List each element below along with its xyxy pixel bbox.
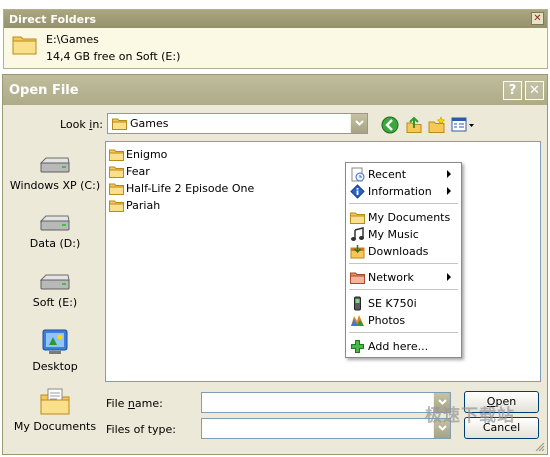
menu-separator (349, 263, 458, 264)
photos-icon (351, 315, 364, 326)
look-in-dropdown[interactable]: Games (107, 113, 368, 134)
menu-separator (349, 203, 458, 204)
menu-separator (349, 289, 458, 290)
my-documents-icon (40, 388, 70, 415)
place-data-d[interactable]: Data (D:) (9, 213, 101, 250)
help-button[interactable]: ? (503, 81, 522, 100)
add-icon (351, 340, 364, 353)
list-item[interactable]: Enigmo (109, 146, 167, 163)
submenu-arrow-icon (447, 187, 451, 195)
drive-icon (39, 157, 70, 173)
back-icon[interactable] (381, 116, 399, 134)
information-icon (350, 184, 365, 199)
place-desktop[interactable]: Desktop (9, 328, 101, 373)
look-in-label: Look in: (60, 118, 104, 131)
dialog-titlebar: Open File ? ✕ (3, 75, 547, 105)
folder-icon (109, 200, 124, 212)
help-icon: ? (508, 83, 517, 98)
close-button[interactable]: ✕ (525, 81, 544, 100)
drive-icon (39, 274, 70, 290)
folder-icon (350, 212, 365, 224)
file-list[interactable]: Enigmo Fear Half-Life 2 Episode One Pari… (105, 141, 541, 382)
file-name-input[interactable] (201, 392, 451, 413)
dialog-title: Open File (9, 83, 79, 98)
chevron-down-icon (355, 120, 364, 126)
menu-separator (349, 332, 458, 333)
submenu-arrow-icon (447, 273, 451, 281)
place-label: Data (D:) (29, 237, 81, 250)
direct-folders-titlebar: Direct Folders ✕ (4, 10, 547, 28)
menu-item-add-here[interactable]: Add here... (348, 338, 459, 355)
menu-item-my-documents[interactable]: My Documents (348, 209, 459, 226)
folder-icon (109, 149, 124, 161)
network-folder-icon (350, 272, 365, 284)
files-of-type-label: Files of type: (106, 423, 177, 436)
watermark: 极速下载站 (425, 406, 515, 426)
context-menu: Recent Information My Documents My Music… (345, 162, 462, 358)
places-bar: Windows XP (C:) Data (D:) Soft (E:) Desk… (9, 141, 101, 438)
place-my-documents[interactable]: My Documents (9, 386, 101, 433)
file-name: Enigmo (126, 148, 168, 161)
direct-folders-close-button[interactable]: ✕ (531, 12, 544, 25)
drive-icon (39, 215, 70, 231)
folder-icon (112, 118, 127, 130)
place-windows-xp-c[interactable]: Windows XP (C:) (9, 155, 101, 192)
menu-item-recent[interactable]: Recent (348, 166, 459, 183)
music-icon (351, 227, 364, 241)
phone-icon (354, 296, 361, 311)
file-name: Pariah (126, 199, 161, 212)
up-folder-icon[interactable] (405, 116, 423, 134)
downloads-icon (350, 245, 365, 259)
recent-icon (351, 167, 365, 182)
menu-item-information[interactable]: Information (348, 183, 459, 200)
file-name-label: File name: (106, 397, 163, 410)
look-in-value: Games (130, 117, 169, 130)
menu-item-photos[interactable]: Photos (348, 312, 459, 329)
list-item[interactable]: Fear (109, 163, 150, 180)
open-file-dialog: Open File ? ✕ Look in: Games Windows XP … (2, 74, 548, 455)
file-name: Half-Life 2 Episode One (126, 182, 255, 195)
place-label: Desktop (32, 360, 78, 373)
dropdown-arrow-button[interactable] (350, 114, 367, 133)
menu-item-se-k750i[interactable]: SE K750i (348, 295, 459, 312)
menu-item-my-music[interactable]: My Music (348, 226, 459, 243)
menu-item-downloads[interactable]: Downloads (348, 243, 459, 260)
new-folder-icon[interactable] (428, 116, 446, 134)
list-item[interactable]: Half-Life 2 Episode One (109, 180, 254, 197)
place-label: Soft (E:) (32, 296, 78, 309)
direct-folders-panel: Direct Folders ✕ E:\Games 14,4 GB free o… (3, 9, 548, 69)
direct-folders-free-space: 14,4 GB free on Soft (E:) (46, 50, 181, 63)
place-label: My Documents (13, 420, 97, 433)
menu-item-network[interactable]: Network (348, 269, 459, 286)
files-of-type-dropdown[interactable] (201, 418, 451, 439)
folder-icon (109, 183, 124, 195)
close-icon: ✕ (529, 83, 540, 98)
place-label: Windows XP (C:) (9, 179, 101, 192)
direct-folders-title: Direct Folders (9, 13, 97, 26)
place-soft-e[interactable]: Soft (E:) (9, 272, 101, 309)
view-menu-icon[interactable] (451, 116, 475, 134)
file-name: Fear (126, 165, 150, 178)
resize-grip-icon[interactable] (534, 441, 545, 452)
folder-icon (109, 166, 124, 178)
desktop-icon (42, 329, 68, 354)
direct-folders-path[interactable]: E:\Games (46, 33, 99, 46)
list-item[interactable]: Pariah (109, 197, 160, 214)
submenu-arrow-icon (447, 170, 451, 178)
folder-icon (12, 36, 37, 55)
